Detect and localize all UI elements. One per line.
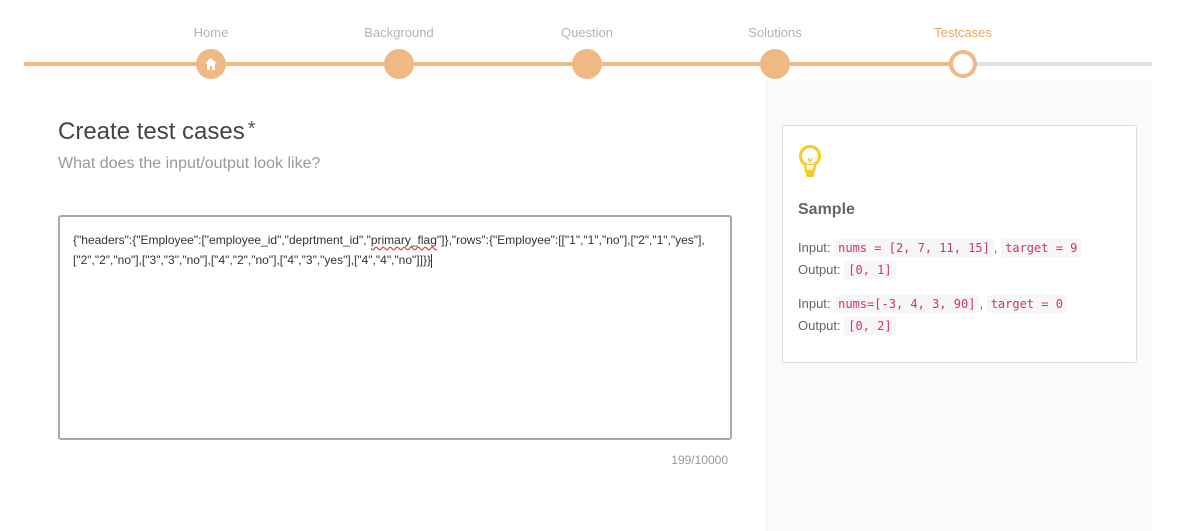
step-dot-background[interactable] [384, 49, 414, 79]
step-label-background[interactable]: Background [339, 25, 459, 40]
step-label-solutions[interactable]: Solutions [715, 25, 835, 40]
progress-stepper: Home Background Question Solutions Testc… [0, 0, 1200, 90]
input-label: Input: [798, 296, 831, 311]
code-snippet: [0, 2] [844, 317, 896, 335]
separator: , [993, 240, 998, 255]
step-dot-testcases[interactable] [949, 50, 977, 78]
code-snippet: [0, 1] [844, 261, 896, 279]
step-label-testcases[interactable]: Testcases [903, 25, 1023, 40]
character-counter: 199/10000 [671, 453, 728, 467]
editor-text-start: {"headers":{"Employee":["employee_id","d… [73, 233, 371, 247]
home-icon [205, 58, 217, 70]
sample-example-2: Input: nums=[-3, 4, 3, 90], target = 0 O… [798, 293, 1067, 337]
output-label: Output: [798, 318, 841, 333]
sample-example-1: Input: nums = [2, 7, 11, 15], target = 9… [798, 237, 1082, 281]
stepper-track-remaining [964, 62, 1152, 66]
lightbulb-icon [799, 145, 821, 177]
code-snippet: target = 9 [1001, 239, 1082, 257]
input-label: Input: [798, 240, 831, 255]
stepper-track-completed [24, 62, 964, 66]
output-label: Output: [798, 262, 841, 277]
code-snippet: nums = [2, 7, 11, 15] [834, 239, 994, 257]
separator: , [979, 296, 984, 311]
spellcheck-flagged-word: primary_flag [370, 233, 437, 247]
page-subtitle: What does the input/output look like? [58, 155, 321, 172]
sample-card: Sample Input: nums = [2, 7, 11, 15], tar… [782, 125, 1137, 363]
step-dot-question[interactable] [572, 49, 602, 79]
code-snippet: nums=[-3, 4, 3, 90] [834, 295, 980, 313]
step-label-home[interactable]: Home [151, 25, 271, 40]
page-title: Create test cases * [58, 118, 256, 145]
sample-title: Sample [798, 201, 855, 218]
testcase-textarea[interactable]: {"headers":{"Employee":["employee_id","d… [58, 215, 732, 440]
step-dot-home[interactable] [196, 49, 226, 79]
code-snippet: target = 0 [986, 295, 1067, 313]
step-dot-solutions[interactable] [760, 49, 790, 79]
text-caret [430, 253, 432, 268]
step-label-question[interactable]: Question [527, 25, 647, 40]
required-mark: * [247, 118, 256, 140]
